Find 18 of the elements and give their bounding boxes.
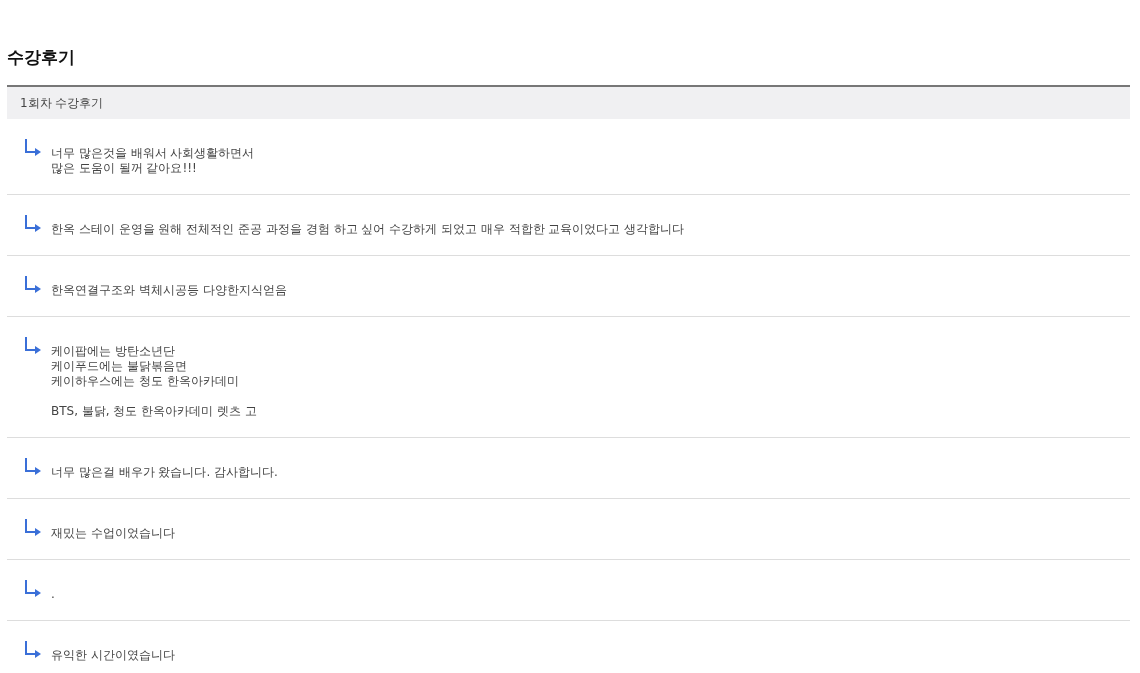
reply-arrow-icon <box>24 275 42 293</box>
reply-arrow-icon <box>24 138 42 156</box>
reply-arrow-icon <box>24 457 42 475</box>
section-header: 1회차 수강후기 <box>7 87 1130 119</box>
reply-arrow-icon <box>24 518 42 536</box>
review-text: 한옥 스테이 운영을 원해 전체적인 준공 과정을 경험 하고 싶어 수강하게 되었고 매우 적합한 교육이었다고 생각합니다 <box>51 222 685 237</box>
reply-arrow-icon <box>24 579 42 597</box>
review-text: 한옥연결구조와 벽체시공등 다양한지식얻음 <box>51 283 287 298</box>
page-title: 수강후기 <box>7 46 76 69</box>
review-text: . <box>51 587 55 602</box>
reply-arrow-icon <box>24 640 42 658</box>
reply-arrow-icon <box>24 214 42 232</box>
review-text: 재밌는 수업이었습니다 <box>51 526 175 541</box>
review-text: 너무 많은걸 배우가 왔습니다. 감사합니다. <box>51 465 278 480</box>
review-text: 케이팝에는 방탄소년단 케이푸드에는 불닭볶음면 케이하우스에는 청도 한옥아카데미 BTS, 불닭, 청도 한옥아카데미 렛츠 고 <box>51 344 257 419</box>
review-text: 너무 많은것을 배워서 사회생활하면서 많은 도움이 될꺼 같아요!!! <box>51 146 255 176</box>
review-text: 유익한 시간이였습니다 <box>51 648 175 663</box>
reply-arrow-icon <box>24 336 42 354</box>
